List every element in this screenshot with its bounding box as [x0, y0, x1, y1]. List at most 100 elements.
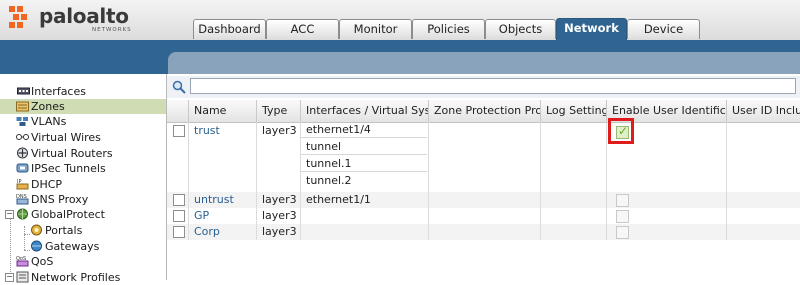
user-id-include-cell [727, 122, 800, 192]
enable-user-id-checkbox[interactable] [616, 210, 629, 223]
ipsec-tunnels-icon [16, 163, 29, 173]
sidebar-item-network-profiles[interactable]: − Network Profiles [0, 270, 166, 285]
row-checkbox[interactable] [173, 226, 185, 238]
tab-dashboard[interactable]: Dashboard [193, 19, 266, 39]
qos-icon: QoS [16, 256, 29, 267]
paloalto-logo: paloalto NETWORKS [8, 3, 148, 35]
content-title-panel [168, 52, 800, 74]
zone-type: layer3 [262, 124, 297, 137]
interface-entry: tunnel.1 [301, 156, 427, 172]
column-header-user-id-include[interactable]: User ID Include L [727, 100, 800, 122]
sidebar-item-virtual-routers[interactable]: Virtual Routers [0, 146, 166, 161]
brand-tagline: NETWORKS [92, 27, 132, 33]
user-id-include-cell [727, 208, 800, 224]
zone-protection-cell [429, 208, 541, 224]
sidebar-item-label: QoS [31, 255, 54, 268]
filter-bar [167, 76, 800, 98]
interface-entry: ethernet1/1 [306, 193, 371, 206]
tab-policies[interactable]: Policies [412, 19, 485, 39]
sidebar-item-vlans[interactable]: VLANs [0, 114, 166, 129]
log-setting-cell [541, 122, 607, 192]
sidebar-item-label: DHCP [31, 178, 63, 191]
enable-user-id-checkbox[interactable] [616, 226, 629, 239]
zone-name-link[interactable]: Corp [194, 225, 220, 238]
column-header-name[interactable]: Name [189, 100, 257, 122]
table-header: Name Type Interfaces / Virtual Systems Z… [167, 100, 800, 123]
search-input[interactable] [190, 78, 796, 94]
zone-name-cell: GP [189, 208, 257, 224]
tab-network[interactable]: Network [556, 18, 627, 40]
row-checkbox[interactable] [173, 125, 185, 137]
virtual-routers-icon [17, 147, 28, 159]
column-header-zone-protection[interactable]: Zone Protection Profile [429, 100, 541, 122]
interface-entry: tunnel [301, 139, 427, 155]
tab-monitor[interactable]: Monitor [339, 19, 412, 39]
log-setting-cell [541, 192, 607, 208]
table-row[interactable]: untrust layer3 ethernet1/1 [167, 192, 800, 208]
annotation-highlight-box [608, 118, 634, 144]
sidebar-item-gateways[interactable]: Gateways [0, 239, 166, 254]
collapse-toggle-icon[interactable]: − [5, 273, 14, 282]
enable-user-id-checkbox[interactable] [616, 194, 629, 207]
enable-user-id-cell [607, 224, 727, 240]
zone-name-link[interactable]: trust [194, 124, 220, 137]
sidebar-item-label: GlobalProtect [31, 208, 105, 221]
tab-acc[interactable]: ACC [266, 19, 339, 39]
tab-device[interactable]: Device [627, 19, 700, 39]
enable-user-id-cell [607, 192, 727, 208]
table-row[interactable]: GP layer3 [167, 208, 800, 224]
search-icon[interactable] [172, 80, 186, 94]
dhcp-icon: IP [16, 179, 29, 190]
sidebar-item-globalprotect[interactable]: − GlobalProtect [0, 207, 166, 222]
sidebar-item-label: IPSec Tunnels [31, 162, 106, 175]
table-row[interactable]: Corp layer3 [167, 224, 800, 240]
sidebar-item-label: VLANs [31, 115, 67, 128]
zone-type-cell: layer3 [257, 224, 301, 240]
sidebar-item-dhcp[interactable]: IP DHCP [0, 177, 166, 192]
collapse-toggle-icon[interactable]: − [5, 210, 14, 219]
zone-protection-cell [429, 122, 541, 192]
table-row[interactable]: trust layer3 ethernet1/4 tunnel tunnel.1… [167, 122, 800, 192]
top-header: paloalto NETWORKS Dashboard ACC Monitor … [0, 0, 800, 40]
sidebar-item-qos[interactable]: QoS QoS [0, 254, 166, 269]
sidebar-item-label: Gateways [45, 240, 100, 253]
zone-name-cell: trust [189, 122, 257, 192]
portals-icon [31, 224, 42, 236]
column-header-interfaces[interactable]: Interfaces / Virtual Systems [301, 100, 429, 122]
interface-entry: tunnel.2 [306, 174, 352, 187]
zone-name-link[interactable]: untrust [194, 193, 234, 206]
row-select-cell [167, 224, 189, 240]
sidebar-item-zones[interactable]: Zones [0, 99, 166, 114]
tab-objects[interactable]: Objects [485, 19, 556, 39]
column-header-type[interactable]: Type [257, 100, 301, 122]
sidebar-item-portals[interactable]: Portals [0, 223, 166, 238]
sidebar: Interfaces Zones VLANs Virtual Wires Vir… [0, 74, 167, 284]
sidebar-item-virtual-wires[interactable]: Virtual Wires [0, 130, 166, 145]
paloalto-logo-mark-icon [9, 6, 27, 28]
log-setting-cell [541, 224, 607, 240]
interfaces-cell [301, 224, 429, 240]
dns-proxy-icon: DNS [16, 194, 29, 205]
zone-type: layer3 [262, 225, 297, 238]
network-profiles-icon [16, 271, 29, 283]
zone-type-cell: layer3 [257, 192, 301, 208]
column-header-log-setting[interactable]: Log Setting [541, 100, 607, 122]
zones-icon [16, 101, 29, 112]
enable-user-id-cell [607, 208, 727, 224]
zones-table: Name Type Interfaces / Virtual Systems Z… [167, 100, 800, 280]
sidebar-item-ipsec-tunnels[interactable]: IPSec Tunnels [0, 161, 166, 176]
globalprotect-icon [17, 208, 28, 220]
sidebar-item-label: DNS Proxy [31, 193, 89, 206]
zone-type-cell: layer3 [257, 208, 301, 224]
zone-name-cell: untrust [189, 192, 257, 208]
sidebar-item-label: Interfaces [31, 85, 86, 98]
sidebar-item-dns-proxy[interactable]: DNS DNS Proxy [0, 192, 166, 207]
row-checkbox[interactable] [173, 194, 185, 206]
zone-protection-cell [429, 192, 541, 208]
zone-protection-cell [429, 224, 541, 240]
row-checkbox[interactable] [173, 210, 185, 222]
zone-type: layer3 [262, 193, 297, 206]
sidebar-item-interfaces[interactable]: Interfaces [0, 84, 166, 99]
interfaces-cell: ethernet1/4 tunnel tunnel.1 tunnel.2 [301, 122, 429, 192]
zone-name-link[interactable]: GP [194, 209, 209, 222]
